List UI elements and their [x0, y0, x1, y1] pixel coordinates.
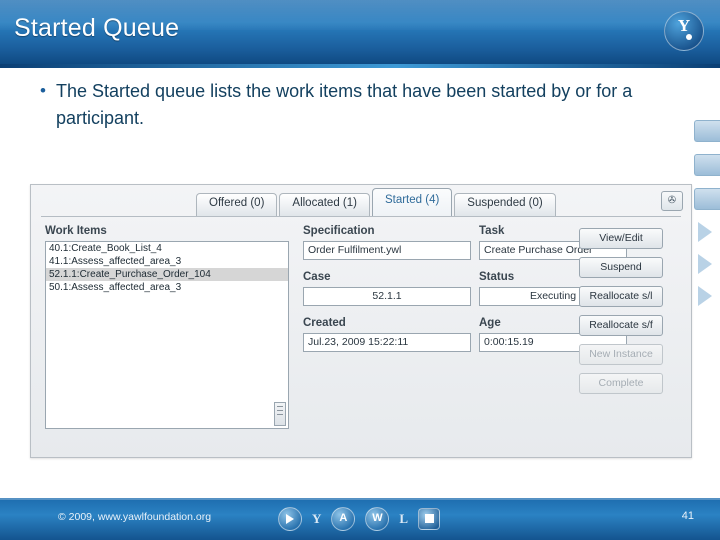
refresh-icon[interactable]: ✇: [661, 191, 683, 211]
status-label: Status: [479, 271, 515, 283]
edge-tab: [694, 120, 720, 142]
reallocate-stateful-button[interactable]: Reallocate s/f: [579, 315, 663, 336]
created-field[interactable]: Jul.23, 2009 15:22:11: [303, 333, 471, 352]
edge-arrow-icon: [698, 222, 712, 242]
bullet-item: • The Started queue lists the work items…: [40, 78, 670, 132]
slide: Started Queue Y • The Started queue list…: [0, 0, 720, 540]
reallocate-stateless-button[interactable]: Reallocate s/l: [579, 286, 663, 307]
resize-grip-icon[interactable]: [274, 402, 286, 426]
footer-nav-icons: Y A W L: [278, 507, 441, 531]
case-label: Case: [303, 271, 331, 283]
slide-footer: © 2009, www.yawlfoundation.org Y A W L 4…: [0, 498, 720, 540]
page-number: 41: [681, 510, 694, 522]
view-edit-button[interactable]: View/Edit: [579, 228, 663, 249]
stop-icon[interactable]: [418, 508, 441, 530]
suspend-button[interactable]: Suspend: [579, 257, 663, 278]
list-item[interactable]: 41.1:Assess_affected_area_3: [46, 255, 288, 268]
tab-suspended[interactable]: Suspended (0): [454, 193, 556, 217]
new-instance-button[interactable]: New Instance: [579, 344, 663, 365]
task-label: Task: [479, 225, 505, 237]
specification-field[interactable]: Order Fulfilment.ywl: [303, 241, 471, 260]
edge-decoration: [690, 120, 720, 318]
list-item[interactable]: 52.1.1:Create_Purchase_Order_104: [46, 268, 288, 281]
page-title: Started Queue: [14, 14, 180, 42]
letter-y-icon[interactable]: Y: [312, 511, 321, 527]
logo-letter: Y: [677, 16, 691, 35]
header-underline: [0, 64, 720, 68]
copyright-text: © 2009, www.yawlfoundation.org: [58, 511, 212, 523]
logo-dot: [686, 34, 692, 40]
tab-started[interactable]: Started (4): [371, 188, 453, 217]
worklist-panel: ✇ Offered (0) Allocated (1) Started (4) …: [31, 185, 691, 457]
bullet-list: • The Started queue lists the work items…: [40, 78, 670, 132]
tab-offered[interactable]: Offered (0): [196, 193, 278, 217]
edge-tab: [694, 188, 720, 210]
edge-arrow-icon: [698, 254, 712, 274]
work-items-label: Work Items: [45, 225, 107, 237]
tab-allocated[interactable]: Allocated (1): [279, 193, 370, 217]
bullet-marker: •: [40, 81, 46, 100]
bullet-text: The Started queue lists the work items t…: [56, 81, 633, 128]
queue-tabs: Offered (0) Allocated (1) Started (4) Su…: [196, 188, 558, 217]
footer-divider: [0, 498, 720, 500]
letter-l-icon[interactable]: L: [399, 511, 408, 527]
work-items-list[interactable]: 40.1:Create_Book_List_4 41.1:Assess_affe…: [45, 241, 289, 429]
list-item[interactable]: 50.1:Assess_affected_area_3: [46, 281, 288, 294]
case-field[interactable]: 52.1.1: [303, 287, 471, 306]
worklist-screenshot: ✇ Offered (0) Allocated (1) Started (4) …: [30, 184, 692, 458]
list-item[interactable]: 40.1:Create_Book_List_4: [46, 242, 288, 255]
yawl-logo: Y: [664, 11, 704, 51]
created-label: Created: [303, 317, 346, 329]
letter-w-icon[interactable]: W: [365, 507, 390, 531]
play-icon[interactable]: [278, 507, 302, 531]
letter-a-icon[interactable]: A: [331, 507, 356, 531]
tabs-divider: [41, 216, 681, 217]
edge-tab: [694, 154, 720, 176]
slide-header: Started Queue Y: [0, 0, 720, 64]
age-label: Age: [479, 317, 501, 329]
complete-button[interactable]: Complete: [579, 373, 663, 394]
specification-label: Specification: [303, 225, 375, 237]
edge-arrow-icon: [698, 286, 712, 306]
